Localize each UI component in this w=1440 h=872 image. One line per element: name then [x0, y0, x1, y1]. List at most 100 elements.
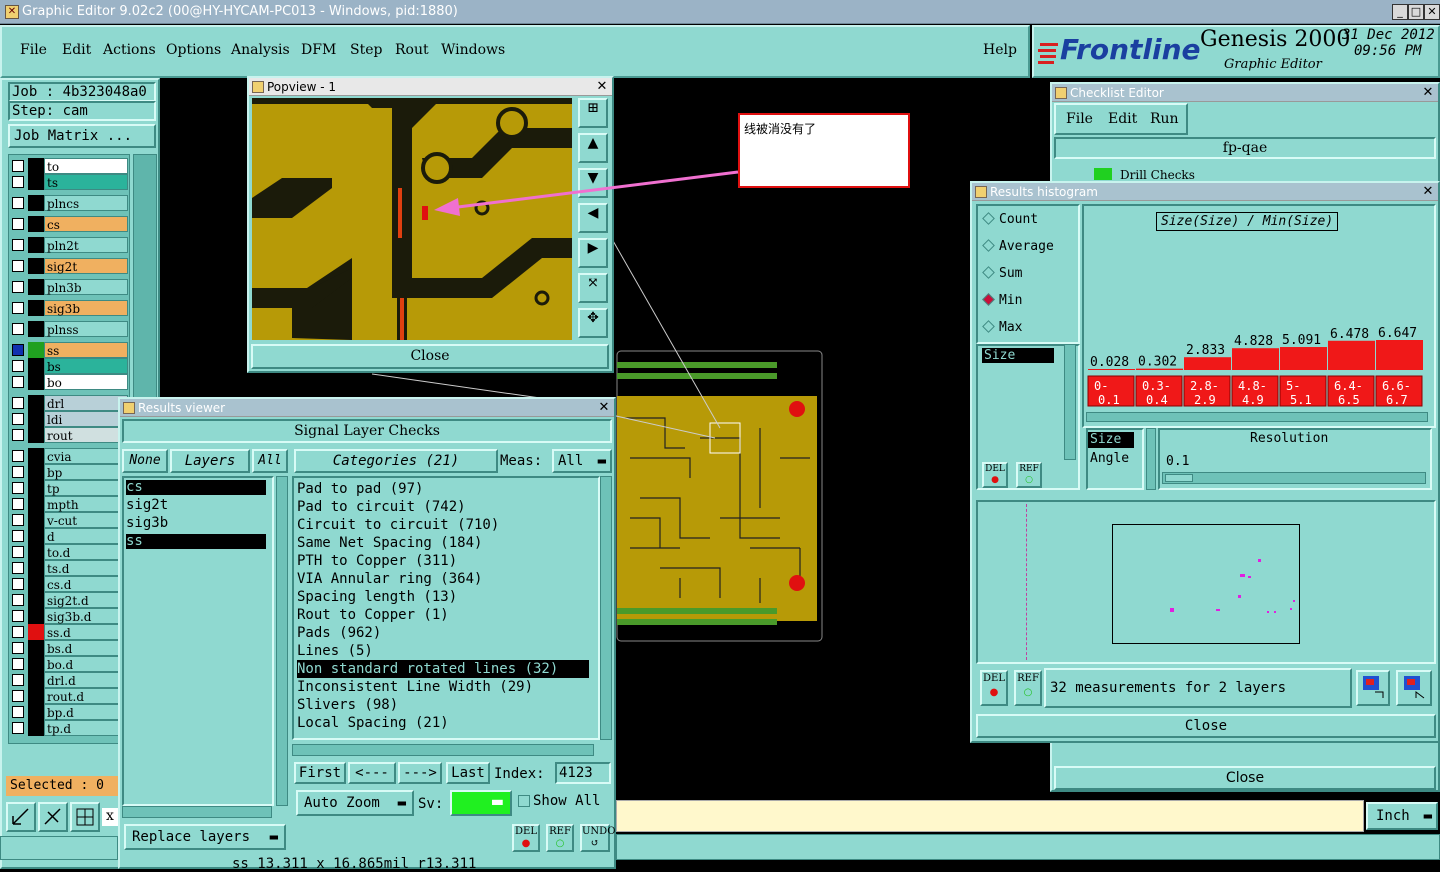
replace-layers-dropdown[interactable]: Replace layers ▬: [124, 824, 286, 850]
layer-checkbox[interactable]: [12, 626, 24, 638]
annotation-note[interactable]: 线被消没有了: [738, 113, 910, 188]
popview-zoom-all-icon[interactable]: ✥: [578, 308, 608, 338]
layer-name[interactable]: d: [44, 528, 128, 544]
first-button[interactable]: First: [294, 762, 346, 784]
tool-grid-icon[interactable]: [70, 802, 100, 832]
result-layer-item[interactable]: sig2t: [126, 498, 266, 513]
auto-zoom-dropdown[interactable]: Auto Zoom ▬: [296, 790, 414, 816]
sv-color-dropdown[interactable]: ▬: [450, 790, 512, 816]
layer-active-indicator[interactable]: [28, 576, 44, 592]
layer-active-indicator[interactable]: [28, 279, 44, 295]
hist-del-button[interactable]: DEL ●: [980, 670, 1008, 706]
mode-sum-radio[interactable]: Sum: [982, 266, 1022, 281]
layer-active-indicator[interactable]: [28, 592, 44, 608]
layer-row-bs[interactable]: bs: [10, 358, 128, 374]
layer-row-to[interactable]: to: [10, 158, 128, 174]
layer-checkbox[interactable]: [12, 218, 24, 230]
category-list-hscroll[interactable]: [292, 744, 594, 756]
layers-button[interactable]: Layers: [170, 449, 250, 473]
layer-checkbox[interactable]: [12, 706, 24, 718]
layer-row-d[interactable]: d: [10, 528, 128, 544]
layer-active-indicator[interactable]: [28, 496, 44, 512]
layer-row-bp.d[interactable]: bp.d: [10, 704, 128, 720]
layer-checkbox[interactable]: [12, 450, 24, 462]
layer-name[interactable]: ts: [44, 174, 128, 190]
popview-close-icon[interactable]: ✕: [595, 80, 609, 94]
show-all-checkbox[interactable]: [518, 795, 530, 807]
layer-active-indicator[interactable]: [28, 624, 44, 640]
layer-checkbox[interactable]: [12, 690, 24, 702]
layer-checkbox[interactable]: [12, 260, 24, 272]
layer-checkbox[interactable]: [12, 482, 24, 494]
layer-name[interactable]: drl: [44, 395, 128, 411]
layer-checkbox[interactable]: [12, 176, 24, 188]
layer-name[interactable]: tp.d: [44, 720, 128, 736]
layer-row-mpth[interactable]: mpth: [10, 496, 128, 512]
layer-active-indicator[interactable]: [28, 704, 44, 720]
rv-del-button[interactable]: DEL ●: [512, 824, 540, 852]
category-item[interactable]: PTH to Copper (311): [297, 552, 457, 570]
layer-row-tp[interactable]: tp: [10, 480, 128, 496]
menu-step[interactable]: Step: [350, 42, 382, 58]
layer-checkbox[interactable]: [12, 562, 24, 574]
layer-name[interactable]: ss.d: [44, 624, 128, 640]
layer-checkbox[interactable]: [12, 642, 24, 654]
layer-name[interactable]: mpth: [44, 496, 128, 512]
layer-name[interactable]: pln2t: [44, 237, 128, 253]
layer-row-cvia[interactable]: cvia: [10, 448, 128, 464]
layer-active-indicator[interactable]: [28, 464, 44, 480]
layer-name[interactable]: cs.d: [44, 576, 128, 592]
prev-button[interactable]: <---: [348, 762, 396, 784]
layer-row-bs.d[interactable]: bs.d: [10, 640, 128, 656]
layer-name[interactable]: bp: [44, 464, 128, 480]
menu-help[interactable]: Help: [983, 42, 1017, 58]
layer-active-indicator[interactable]: [28, 321, 44, 337]
layer-row-sig3b[interactable]: sig3b: [10, 300, 128, 316]
resolution-slider[interactable]: [1162, 472, 1426, 484]
popview-zoom-fit-icon[interactable]: ⤧: [578, 273, 608, 303]
layer-row-rout[interactable]: rout: [10, 427, 128, 443]
axis-option-size[interactable]: Size: [1088, 432, 1134, 448]
layer-name[interactable]: sig2t.d: [44, 592, 128, 608]
checklist-close-button[interactable]: Close: [1054, 766, 1436, 790]
layer-checkbox[interactable]: [12, 610, 24, 622]
meas-dropdown[interactable]: All ▬: [552, 449, 612, 473]
layer-checkbox[interactable]: [12, 674, 24, 686]
layer-checkbox[interactable]: [12, 429, 24, 441]
layer-name[interactable]: rout.d: [44, 688, 128, 704]
category-list-vscroll[interactable]: [600, 476, 612, 740]
layer-list-hscroll[interactable]: [122, 806, 272, 818]
layer-active-indicator[interactable]: [28, 216, 44, 232]
layer-name[interactable]: plncs: [44, 195, 128, 211]
layer-checkbox[interactable]: [12, 239, 24, 251]
results-viewer-close-icon[interactable]: ✕: [597, 401, 611, 415]
histogram-attr-item[interactable]: Size: [982, 348, 1054, 363]
layer-row-cs[interactable]: cs: [10, 216, 128, 232]
category-item[interactable]: VIA Annular ring (364): [297, 570, 482, 588]
layer-active-indicator[interactable]: [28, 448, 44, 464]
layer-name[interactable]: bo: [44, 374, 128, 390]
categories-button[interactable]: Categories (21): [294, 449, 498, 473]
layer-name[interactable]: ldi: [44, 411, 128, 427]
layer-name[interactable]: rout: [44, 427, 128, 443]
resolution-slider-thumb[interactable]: [1165, 474, 1193, 482]
category-item[interactable]: Inconsistent Line Width (29): [297, 678, 533, 696]
layer-row-drl.d[interactable]: drl.d: [10, 672, 128, 688]
layer-name[interactable]: pln3b: [44, 279, 128, 295]
histogram-hscroll[interactable]: [1086, 412, 1428, 422]
layer-active-indicator[interactable]: [28, 174, 44, 190]
category-item[interactable]: Circuit to circuit (710): [297, 516, 499, 534]
result-layer-item[interactable]: cs: [126, 480, 266, 495]
layer-active-indicator[interactable]: [28, 672, 44, 688]
popview-zoom-home-icon[interactable]: ⊞: [578, 98, 608, 128]
layer-row-pln3b[interactable]: pln3b: [10, 279, 128, 295]
import-chart-icon[interactable]: [1396, 670, 1432, 706]
layer-active-indicator[interactable]: [28, 237, 44, 253]
layer-row-ts.d[interactable]: ts.d: [10, 560, 128, 576]
layer-row-ts[interactable]: ts: [10, 174, 128, 190]
layer-name[interactable]: to: [44, 158, 128, 174]
layer-checkbox[interactable]: [12, 344, 24, 356]
layer-name[interactable]: ss: [44, 342, 128, 358]
layer-name[interactable]: sig3b: [44, 300, 128, 316]
layer-active-indicator[interactable]: [28, 374, 44, 390]
